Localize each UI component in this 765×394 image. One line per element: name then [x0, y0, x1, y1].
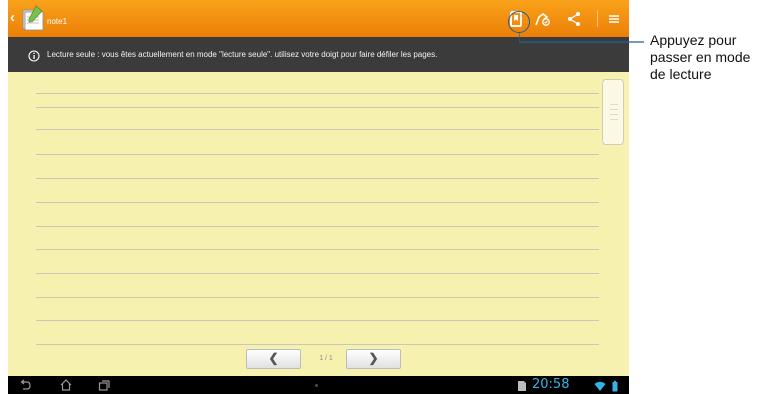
recent-apps-icon[interactable] [97, 378, 111, 392]
ruled-line [36, 202, 599, 203]
battery-icon [609, 379, 621, 392]
page-indicator: 1 / 1 [319, 355, 333, 362]
tablet-screen: ‹ note1 Lecture seule: vous êtes actuel… [8, 0, 629, 394]
callout-leader-line [519, 32, 644, 43]
menu-icon[interactable] [604, 9, 624, 29]
read-only-message: Lecture seule : vous êtes actuellement e… [47, 50, 438, 59]
ruled-line [36, 93, 599, 94]
clock: 20:58 [532, 377, 570, 392]
callout-line-1: Appuyez pour [650, 32, 737, 48]
note-page[interactable] [8, 72, 629, 376]
ruled-line [36, 344, 599, 345]
note-title[interactable]: note1 [47, 17, 67, 26]
page-scroll-handle[interactable] [602, 79, 624, 145]
notebook-app-icon[interactable] [22, 5, 44, 31]
next-page-button[interactable]: ❯ [346, 349, 401, 369]
file-icon [516, 379, 528, 391]
wifi-icon [594, 379, 606, 391]
callout-line-3: de lecture [650, 66, 712, 82]
status-dot [315, 384, 318, 387]
callout-annotation: Appuyez pour passer en mode de lecture [650, 32, 765, 83]
ruled-line [36, 320, 599, 321]
draw-mode-icon[interactable] [533, 9, 553, 29]
ruled-line [36, 154, 599, 155]
back-chevron-icon[interactable]: ‹ [10, 10, 20, 26]
home-icon[interactable] [59, 378, 73, 392]
ruled-line [36, 107, 599, 108]
callout-line-2: passer en mode [650, 49, 751, 65]
ruled-line [36, 226, 599, 227]
info-icon [28, 49, 40, 62]
back-icon[interactable] [18, 378, 32, 392]
ruled-line [36, 273, 599, 274]
ruled-line [36, 129, 599, 130]
system-navigation-bar: 20:58 [8, 376, 629, 394]
previous-page-button[interactable]: ❮ [246, 349, 301, 369]
share-icon[interactable] [564, 9, 584, 29]
ruled-line [36, 178, 599, 179]
ruled-line [36, 249, 599, 250]
toolbar-divider [597, 10, 598, 27]
ruled-line [36, 297, 599, 298]
callout-highlight-circle [508, 11, 530, 33]
